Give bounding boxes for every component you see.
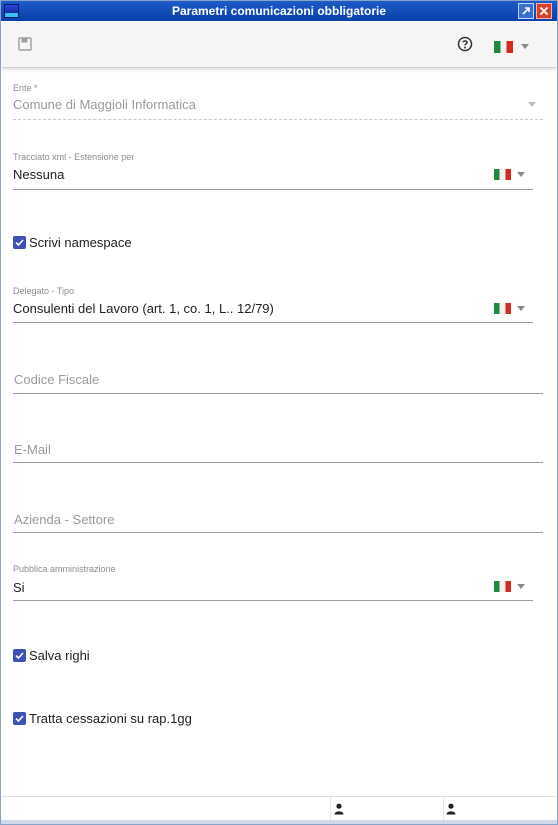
- status-bar: [2, 796, 556, 821]
- delegato-field[interactable]: Delegato - Tipo Consulenti del Lavoro (a…: [13, 286, 533, 326]
- tracciato-value: Nessuna: [13, 167, 65, 182]
- scrivi-namespace-label: Scrivi namespace: [29, 234, 132, 250]
- checkbox-checked-icon: [13, 648, 26, 662]
- azienda-settore-input[interactable]: Azienda - Settore: [13, 509, 543, 535]
- italian-flag-icon: [494, 581, 511, 592]
- field-underline: [13, 462, 543, 463]
- codice-fiscale-placeholder: Codice Fiscale: [14, 372, 100, 387]
- maximize-icon: [522, 7, 530, 15]
- ente-label: Ente *: [13, 83, 38, 93]
- italian-flag-icon: [494, 40, 513, 53]
- title-bar[interactable]: Parametri comunicazioni obbligatorie: [1, 1, 557, 21]
- ente-value: Comune di Maggioli Informatica: [13, 97, 196, 112]
- chevron-down-icon: [517, 172, 525, 177]
- save-icon: [18, 37, 32, 51]
- tratta-cessazioni-checkbox[interactable]: Tratta cessazioni su rap.1gg: [13, 710, 192, 726]
- email-placeholder: E-Mail: [14, 442, 51, 457]
- azienda-settore-placeholder: Azienda - Settore: [14, 512, 115, 527]
- close-button[interactable]: [536, 3, 552, 19]
- language-selector[interactable]: [494, 38, 534, 53]
- email-input[interactable]: E-Mail: [13, 439, 543, 465]
- field-underline: [13, 322, 533, 323]
- italian-flag-icon: [494, 169, 511, 180]
- window-title: Parametri comunicazioni obbligatorie: [171, 4, 387, 18]
- chevron-down-icon: [517, 584, 525, 589]
- toolbar: [2, 22, 556, 68]
- chevron-down-icon: [528, 102, 536, 107]
- close-icon: [539, 6, 549, 16]
- field-underline: [13, 532, 543, 533]
- italian-flag-icon: [494, 303, 511, 314]
- salva-righi-label: Salva righi: [29, 647, 90, 663]
- chevron-down-icon: [521, 44, 529, 50]
- scrivi-namespace-checkbox[interactable]: Scrivi namespace: [13, 234, 132, 250]
- delegato-value: Consulenti del Lavoro (art. 1, co. 1, L.…: [13, 301, 274, 316]
- checkbox-checked-icon: [13, 235, 26, 249]
- delegato-label: Delegato - Tipo: [13, 286, 75, 296]
- checkbox-checked-icon: [13, 711, 26, 725]
- codice-fiscale-input[interactable]: Codice Fiscale: [13, 369, 543, 395]
- help-button[interactable]: [457, 36, 473, 52]
- save-button[interactable]: [18, 37, 32, 51]
- user-icon: [446, 802, 456, 815]
- salva-righi-checkbox[interactable]: Salva righi: [13, 647, 90, 663]
- tracciato-field[interactable]: Tracciato xml - Estensione per Nessuna: [13, 152, 533, 192]
- status-divider: [330, 797, 331, 821]
- field-underline: [13, 189, 533, 190]
- status-divider: [443, 797, 444, 821]
- chevron-down-icon: [517, 306, 525, 311]
- tracciato-label: Tracciato xml - Estensione per: [13, 152, 135, 162]
- pubblica-amministrazione-label: Pubblica amministrazione: [13, 564, 116, 574]
- field-underline: [13, 119, 543, 120]
- pubblica-amministrazione-value: Si: [13, 580, 25, 595]
- tratta-cessazioni-label: Tratta cessazioni su rap.1gg: [29, 710, 192, 726]
- user-icon: [334, 802, 344, 815]
- field-underline: [13, 393, 543, 394]
- pubblica-amministrazione-field[interactable]: Pubblica amministrazione Si: [13, 564, 533, 604]
- field-underline: [13, 600, 533, 601]
- maximize-button[interactable]: [518, 3, 534, 19]
- ente-field[interactable]: Ente * Comune di Maggioli Informatica: [13, 83, 543, 123]
- window-bottom-border: [1, 820, 557, 824]
- help-icon: [457, 36, 473, 52]
- dialog-window: Parametri comunicazioni obbligatorie Ent…: [0, 0, 558, 825]
